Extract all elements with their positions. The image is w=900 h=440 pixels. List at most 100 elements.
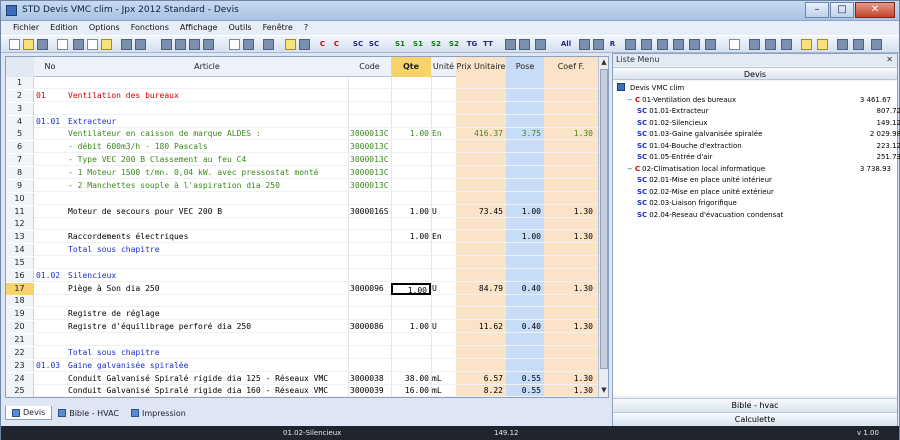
cell-pose[interactable] [506, 244, 544, 256]
cell-unite[interactable] [431, 360, 456, 372]
cell-unite[interactable] [431, 347, 456, 359]
cell-article[interactable]: Conduit Galvanisé Spiralé rigide dia 125… [66, 373, 348, 385]
cell-coef[interactable] [544, 77, 598, 89]
table-row[interactable]: 25 Conduit Galvanisé Spiralé rigide dia 1… [6, 385, 598, 397]
cell-code[interactable] [348, 257, 391, 269]
cell-unite[interactable]: U [431, 321, 456, 333]
cell-article[interactable]: Ventilation des bureaux [66, 90, 348, 102]
cell-code[interactable]: 3000013C [348, 141, 391, 153]
cell-article[interactable]: Ventilateur en caisson de marque ALDES : [66, 128, 348, 140]
cell-qte[interactable]: 1.00 [391, 231, 431, 243]
tree-item[interactable]: − C 01-Ventilation des bureaux 3 461.67 [627, 95, 897, 106]
copy-icon[interactable] [87, 39, 98, 50]
cell-code[interactable]: 3000016S [348, 206, 391, 218]
cell-pose[interactable] [506, 257, 544, 269]
cell-article[interactable] [66, 193, 348, 205]
cell-unite[interactable] [431, 103, 456, 115]
cell-unite[interactable] [431, 218, 456, 230]
cell-prix-unitaire[interactable] [456, 295, 506, 307]
total-button[interactable]: TT [481, 39, 495, 50]
cell-pose[interactable] [506, 180, 544, 192]
cell-pose[interactable] [506, 295, 544, 307]
cell-pose[interactable]: 0.40 [506, 283, 544, 295]
table-row[interactable]: 10 [6, 192, 598, 205]
cell-code[interactable] [348, 270, 391, 282]
cell-pose[interactable] [506, 308, 544, 320]
indent-icon[interactable] [505, 39, 516, 50]
tree-item[interactable]: SC 01.05-Entrée d'air 251.73 [637, 152, 900, 163]
calculette-button[interactable]: Calculette [613, 412, 897, 426]
cell-pose[interactable] [506, 360, 544, 372]
cell-article[interactable]: Silencieux [66, 270, 348, 282]
row-number[interactable]: 24 [6, 372, 34, 385]
cell-prix-unitaire[interactable] [456, 257, 506, 269]
currency-icon[interactable] [593, 39, 604, 50]
tool-5-icon[interactable] [689, 39, 700, 50]
cell-qte[interactable] [391, 360, 431, 372]
table-row[interactable]: 9 - 2 Manchettes souple à l'aspiration di… [6, 179, 598, 192]
row-number[interactable]: 9 [6, 179, 34, 192]
cell-no[interactable] [34, 180, 66, 192]
row-number[interactable]: 15 [6, 256, 34, 269]
table-row[interactable]: 1 [6, 77, 598, 89]
cell-prix-unitaire[interactable] [456, 116, 506, 128]
cell-prix-unitaire[interactable]: 73.45 [456, 206, 506, 218]
cell-no[interactable] [34, 231, 66, 243]
row-number[interactable]: 12 [6, 218, 34, 231]
menu-fichier[interactable]: Fichier [13, 21, 39, 35]
insert-s2-alt-button[interactable]: S2 [447, 39, 461, 50]
cell-article[interactable]: Registre d'équilibrage perforé dia 250 [66, 321, 348, 333]
report-icon[interactable] [801, 39, 812, 50]
cell-no[interactable]: 01.02 [34, 270, 66, 282]
cell-no[interactable] [34, 77, 66, 89]
cell-pose[interactable] [506, 167, 544, 179]
cell-pose[interactable]: 1.00 [506, 231, 544, 243]
cell-coef[interactable] [544, 116, 598, 128]
table-row[interactable]: 24 Conduit Galvanisé Spiralé rigide dia 1… [6, 372, 598, 385]
cell-article[interactable] [66, 257, 348, 269]
cell-prix-unitaire[interactable] [456, 180, 506, 192]
cell-code[interactable] [348, 295, 391, 307]
row-number[interactable]: 10 [6, 192, 34, 205]
user-icon[interactable] [749, 39, 760, 50]
cell-article[interactable]: Total sous chapitre [66, 244, 348, 256]
row-number[interactable]: 14 [6, 244, 34, 257]
cell-qte[interactable]: 1.00 [391, 206, 431, 218]
cell-coef[interactable]: 1.30 [544, 321, 598, 333]
cell-code[interactable]: 3000096 [348, 283, 391, 295]
header-no[interactable]: No [34, 57, 66, 77]
row-number[interactable]: 1 [6, 77, 34, 89]
cell-unite[interactable]: En [431, 128, 456, 140]
insert-subchapter-alt-button[interactable]: SC [367, 39, 381, 50]
cell-no[interactable] [34, 218, 66, 230]
cell-qte[interactable] [391, 116, 431, 128]
cell-code[interactable] [348, 103, 391, 115]
cell-pose[interactable] [506, 141, 544, 153]
cell-coef[interactable] [544, 295, 598, 307]
cell-pose[interactable] [506, 347, 544, 359]
table-row[interactable]: 2 01 Ventilation des bureaux [6, 89, 598, 102]
table-row[interactable]: 6 - débit 600m3/h - 180 Pascals 3000013C [6, 141, 598, 154]
help-icon[interactable] [285, 39, 296, 50]
row-number[interactable]: 25 [6, 385, 34, 397]
table-row[interactable]: 8 - 1 Moteur 1500 t/mn. 0,04 kW. avec pre… [6, 166, 598, 179]
cell-qte[interactable] [391, 193, 431, 205]
cell-article[interactable] [66, 77, 348, 89]
cell-coef[interactable] [544, 103, 598, 115]
cell-prix-unitaire[interactable] [456, 231, 506, 243]
tab-devis[interactable]: Devis [5, 406, 53, 420]
close-button[interactable]: ✕ [855, 2, 895, 18]
cell-article[interactable]: Extracteur [66, 116, 348, 128]
row-number[interactable]: 5 [6, 128, 34, 141]
row-number[interactable]: 19 [6, 308, 34, 321]
calculator-icon[interactable] [263, 39, 274, 50]
cell-coef[interactable]: 1.30 [544, 373, 598, 385]
header-code[interactable]: Code [348, 57, 391, 77]
tree-item[interactable]: SC 01.04-Bouche d'extraction 223.12 [637, 141, 900, 152]
scroll-down-icon[interactable]: ▼ [599, 385, 608, 396]
tool-1-icon[interactable] [625, 39, 636, 50]
cell-no[interactable] [34, 347, 66, 359]
menu-options[interactable]: Options [89, 21, 120, 35]
cell-coef[interactable] [544, 270, 598, 282]
cell-coef[interactable] [544, 308, 598, 320]
